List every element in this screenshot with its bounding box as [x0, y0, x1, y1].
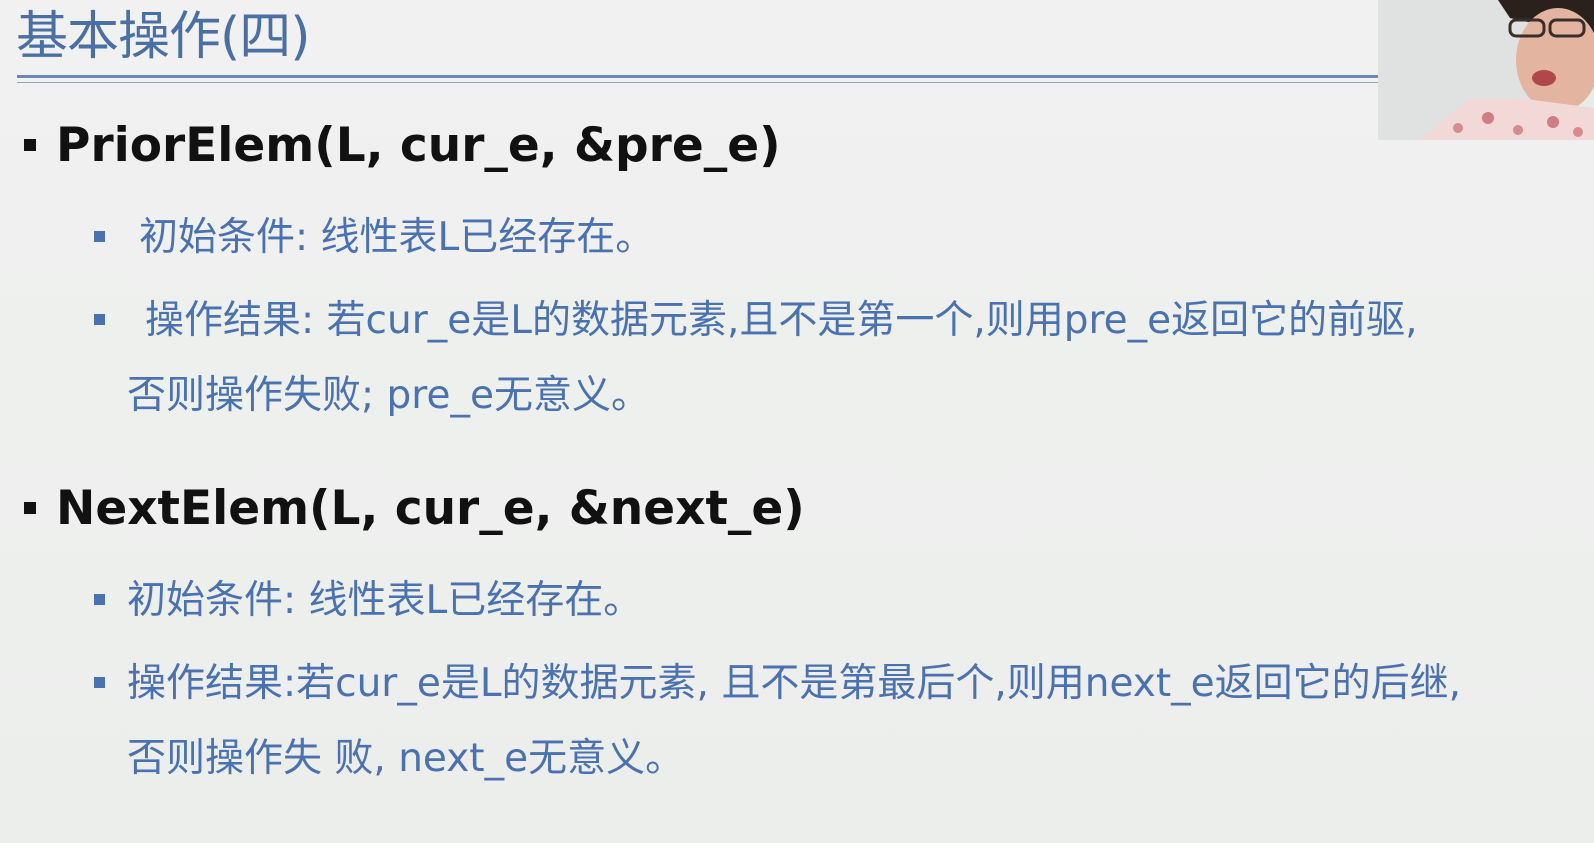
section-2-heading-text: NextElem(L, cur_e, &next_e) [56, 481, 805, 536]
square-bullet-icon [24, 501, 36, 514]
section-2-item-1-text: 初始条件: 线性表L已经存在。 [127, 578, 643, 623]
square-bullet-icon [94, 594, 105, 605]
square-bullet-icon [24, 138, 36, 151]
section-2-item-2: 操作结果:若cur_e是L的数据元素, 且不是第最后个,则用next_e返回它的… [94, 658, 1461, 710]
section-1-item-1: 初始条件: 线性表L已经存在。 [94, 212, 654, 264]
title-divider-thin [17, 82, 1379, 83]
square-bullet-icon [94, 314, 105, 325]
section-1-item-2-continuation: 否则操作失败; pre_e无意义。 [127, 373, 650, 418]
presenter-webcam-video [1378, 0, 1594, 140]
slide: 基本操作(四) PriorElem(L, cur_e, &pre_e) 初始条件… [0, 0, 1594, 843]
presenter-image [1378, 0, 1594, 140]
title-divider [17, 75, 1379, 78]
section-2-item-2-text: 操作结果:若cur_e是L的数据元素, 且不是第最后个,则用next_e返回它的… [127, 661, 1462, 706]
square-bullet-icon [94, 677, 105, 688]
square-bullet-icon [94, 231, 105, 242]
section-2-heading: NextElem(L, cur_e, &next_e) [24, 479, 805, 539]
section-2-item-1: 初始条件: 线性表L已经存在。 [94, 575, 642, 627]
slide-title: 基本操作(四) [16, 7, 311, 67]
section-1-heading: PriorElem(L, cur_e, &pre_e) [24, 116, 781, 176]
section-1-item-2: 操作结果: 若cur_e是L的数据元素,且不是第一个,则用pre_e返回它的前驱… [94, 295, 1418, 347]
section-2-item-2-continuation: 否则操作失 败, next_e无意义。 [127, 736, 685, 781]
section-1-item-1-text: 初始条件: 线性表L已经存在。 [139, 215, 655, 260]
section-1-heading-text: PriorElem(L, cur_e, &pre_e) [56, 118, 781, 173]
section-1-item-2-text: 操作结果: 若cur_e是L的数据元素,且不是第一个,则用pre_e返回它的前驱… [145, 298, 1418, 343]
